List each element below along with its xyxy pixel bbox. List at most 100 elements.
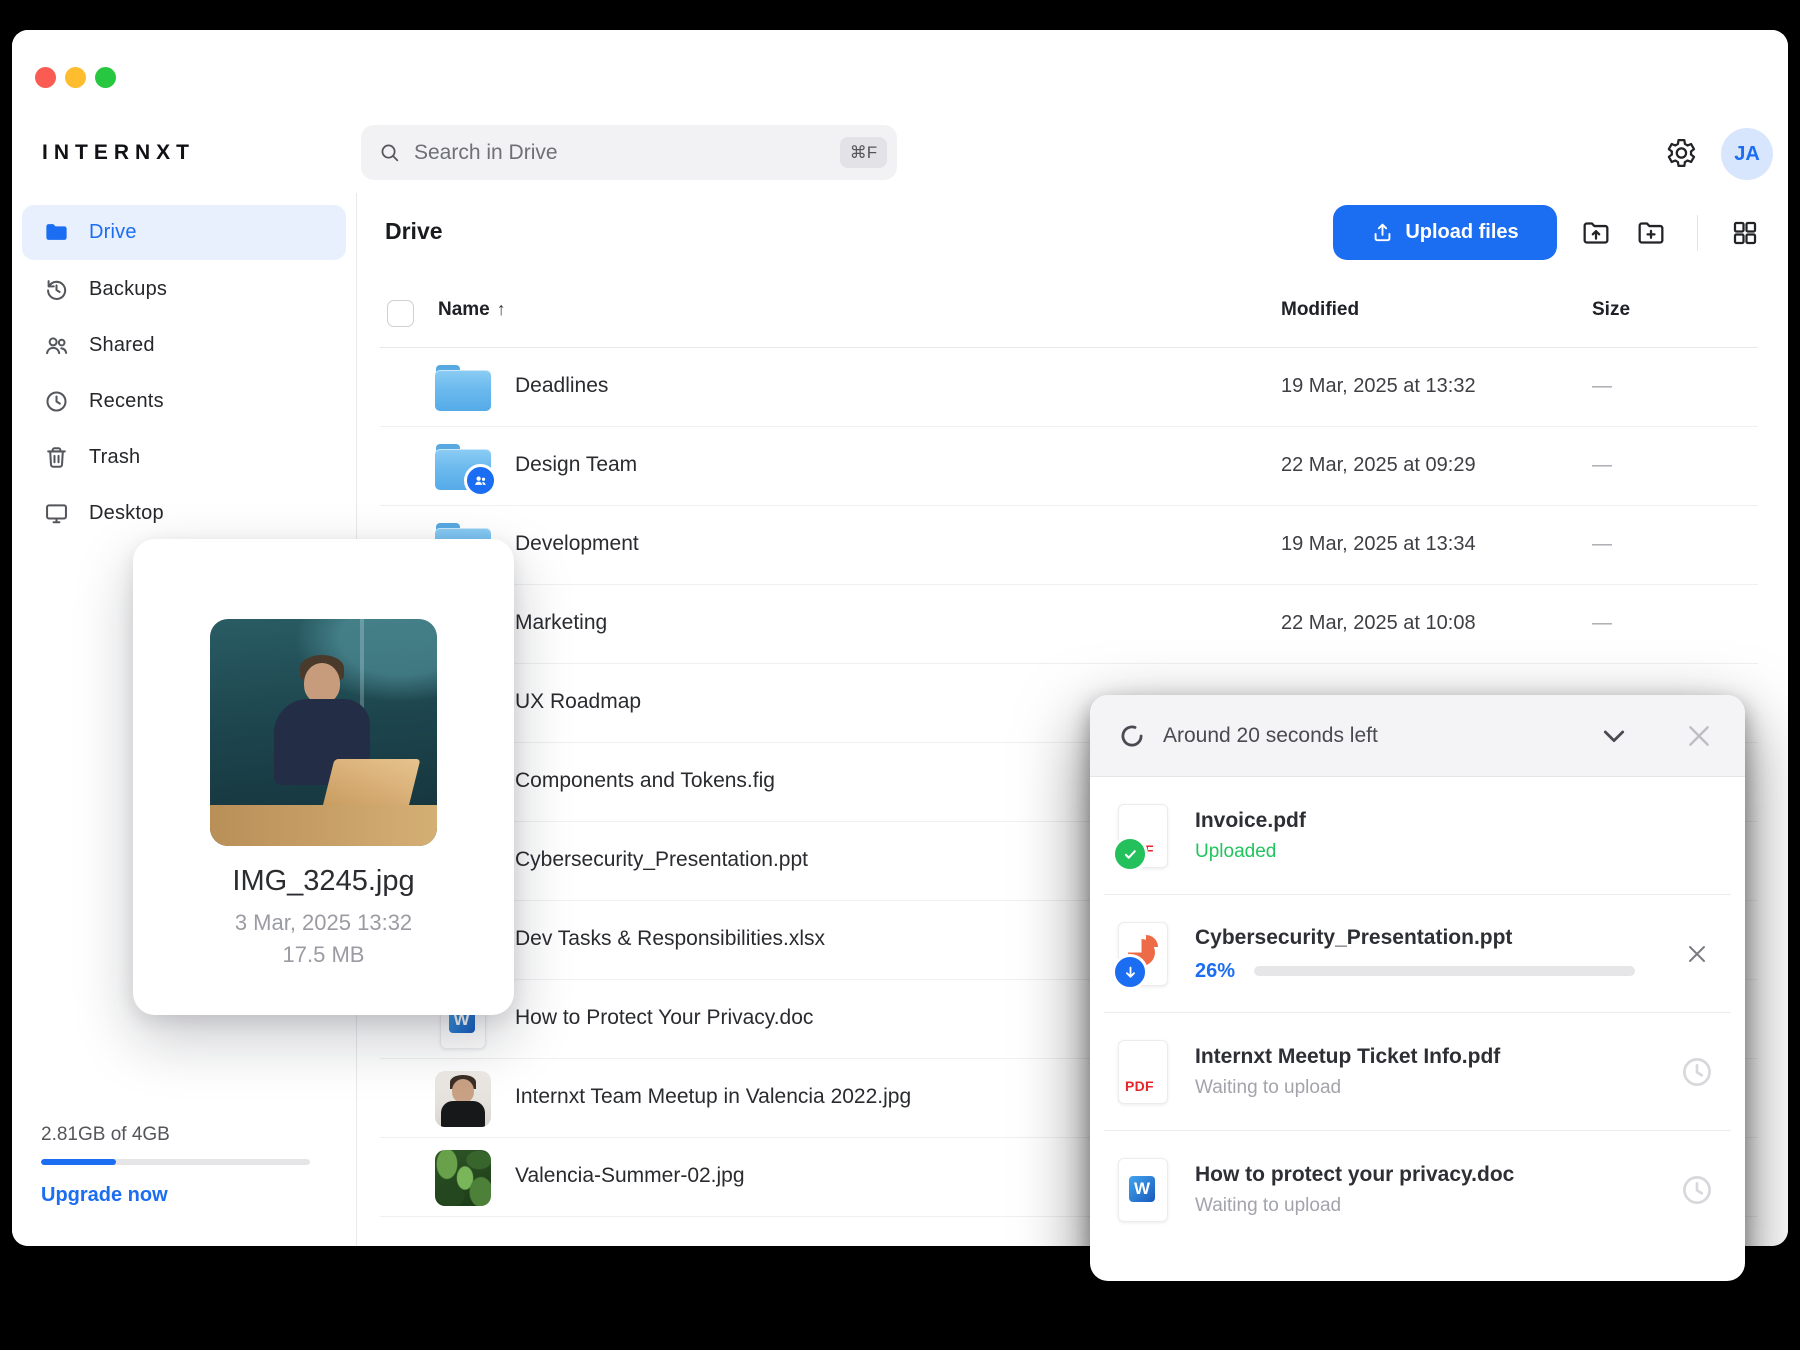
select-all-checkbox[interactable] <box>387 300 414 327</box>
history-icon <box>43 276 70 303</box>
trash-icon <box>43 444 70 471</box>
table-row[interactable]: Development 19 Mar, 2025 at 13:34 — <box>357 506 1788 585</box>
upload-item-name: Internxt Meetup Ticket Info.pdf <box>1195 1045 1501 1068</box>
file-size: — <box>1592 454 1612 476</box>
file-modified: 22 Mar, 2025 at 09:29 <box>1281 454 1476 476</box>
file-icon-cell <box>434 359 491 416</box>
sidebar-item-shared[interactable]: Shared <box>22 317 346 373</box>
upload-panel-header: Around 20 seconds left <box>1090 695 1745 777</box>
column-header-size[interactable]: Size <box>1592 299 1630 321</box>
sidebar-item-label: Backups <box>89 277 168 300</box>
waiting-clock-icon <box>1679 1172 1715 1208</box>
sidebar-item-label: Shared <box>89 333 155 356</box>
upgrade-now-link[interactable]: Upgrade now <box>41 1184 322 1207</box>
table-row[interactable]: Marketing 22 Mar, 2025 at 10:08 — <box>357 585 1788 664</box>
photo-thumbnail <box>434 1149 491 1206</box>
upload-item-name: How to protect your privacy.doc <box>1195 1163 1515 1186</box>
file-icon-cell <box>434 1149 491 1206</box>
shared-folder-icon <box>434 443 497 497</box>
window-controls <box>35 67 116 88</box>
preview-filename: IMG_3245.jpg <box>232 865 415 897</box>
minimize-window-button[interactable] <box>65 67 86 88</box>
uploading-arrow-badge-icon <box>1112 954 1148 990</box>
file-modified: 22 Mar, 2025 at 10:08 <box>1281 612 1476 634</box>
storage-widget: 2.81GB of 4GB Upgrade now <box>41 1124 322 1207</box>
upload-item: W How to protect your privacy.doc Waiting … <box>1090 1131 1745 1249</box>
file-size: — <box>1592 612 1612 634</box>
upload-progress-bar <box>1254 966 1635 976</box>
word-file-icon: W <box>1118 1158 1168 1222</box>
file-name: Cybersecurity_Presentation.ppt <box>515 848 808 871</box>
uploaded-check-badge-icon <box>1112 836 1148 872</box>
search-shortcut-badge: ⌘F <box>840 137 887 168</box>
screenshot-canvas: { "brand": {"logo": "INTERNXT", "avatar_… <box>0 0 1800 1350</box>
upload-item-name: Cybersecurity_Presentation.ppt <box>1195 925 1513 949</box>
powerpoint-file-icon <box>1112 922 1168 990</box>
desktop-icon <box>43 500 70 527</box>
upload-progress: 26% <box>1195 960 1667 983</box>
cancel-upload-icon[interactable] <box>1679 936 1715 972</box>
shared-users-badge-icon <box>463 463 497 497</box>
close-window-button[interactable] <box>35 67 56 88</box>
preview-size: 17.5 MB <box>282 942 365 967</box>
file-name: Components and Tokens.fig <box>515 769 775 792</box>
file-name: Marketing <box>515 611 608 634</box>
file-modified: 19 Mar, 2025 at 13:32 <box>1281 375 1476 397</box>
zoom-window-button[interactable] <box>95 67 116 88</box>
upload-item: PDF Invoice.pdf Uploaded <box>1090 777 1745 895</box>
sidebar-nav: Drive Backups Shared Recents Trash Deskt… <box>22 205 346 541</box>
collapse-panel-chevron-down-icon[interactable] <box>1598 720 1630 752</box>
sidebar-item-label: Drive <box>89 221 137 243</box>
pdf-file-icon: PDF <box>1118 1040 1168 1104</box>
upload-item: Cybersecurity_Presentation.ppt 26% <box>1090 895 1745 1013</box>
table-row[interactable]: Deadlines 19 Mar, 2025 at 13:32 — <box>357 348 1788 427</box>
file-name: Development <box>515 532 639 555</box>
file-name: Valencia-Summer-02.jpg <box>515 1164 745 1187</box>
storage-usage-label: 2.81GB of 4GB <box>41 1124 170 1145</box>
waiting-clock-icon <box>1679 1054 1715 1090</box>
settings-gear-button[interactable] <box>1658 131 1702 175</box>
sort-arrow-icon: ↑ <box>496 299 506 319</box>
table-header: Name ↑ Modified Size <box>357 193 1788 348</box>
file-icon-cell <box>434 438 497 497</box>
file-name: Design Team <box>515 453 638 476</box>
file-size: — <box>1592 375 1612 397</box>
upload-time-remaining: Around 20 seconds left <box>1163 723 1378 747</box>
file-name: Deadlines <box>515 374 609 397</box>
preview-date: 3 Mar, 2025 13:32 <box>234 910 413 935</box>
upload-progress-panel: Around 20 seconds left PDF Invoice.pdf Upl… <box>1090 695 1745 1281</box>
clock-icon <box>43 388 70 415</box>
search-input[interactable]: Search in Drive ⌘F <box>361 125 897 180</box>
file-modified: 19 Mar, 2025 at 13:34 <box>1281 533 1476 555</box>
sidebar-item-backups[interactable]: Backups <box>22 261 346 317</box>
file-name: UX Roadmap <box>515 690 642 713</box>
column-header-name[interactable]: Name ↑ <box>438 299 506 321</box>
top-bar: INTERNXT Search in Drive ⌘F JA <box>12 30 1788 194</box>
table-row[interactable]: Design Team 22 Mar, 2025 at 09:29 — <box>357 427 1788 506</box>
sidebar-item-drive[interactable]: Drive <box>22 205 346 260</box>
upload-items-list: PDF Invoice.pdf Uploaded Cybersecurity_Pres… <box>1090 777 1745 1281</box>
pdf-file-icon: PDF <box>1112 804 1168 872</box>
preview-image <box>210 619 437 846</box>
search-icon <box>378 141 401 164</box>
avatar[interactable]: JA <box>1721 128 1773 180</box>
close-panel-icon[interactable] <box>1683 720 1715 752</box>
people-icon <box>43 332 70 359</box>
column-header-modified[interactable]: Modified <box>1281 299 1359 321</box>
sidebar-item-desktop[interactable]: Desktop <box>22 485 346 541</box>
upload-item-status: Uploaded <box>1195 841 1277 862</box>
sidebar-item-label: Recents <box>89 389 164 412</box>
upload-item-status: Waiting to upload <box>1195 1077 1342 1098</box>
file-name: Internxt Team Meetup in Valencia 2022.jp… <box>515 1085 912 1108</box>
sidebar-item-label: Desktop <box>89 501 164 524</box>
sidebar-item-trash[interactable]: Trash <box>22 429 346 485</box>
sidebar-item-recents[interactable]: Recents <box>22 373 346 429</box>
upload-item-status: Waiting to upload <box>1195 1195 1342 1216</box>
photo-thumbnail <box>434 1070 491 1127</box>
sidebar-item-label: Trash <box>89 445 141 468</box>
file-preview-card[interactable]: IMG_3245.jpg 3 Mar, 2025 13:32 17.5 MB <box>133 539 514 1015</box>
search-placeholder: Search in Drive <box>414 140 558 164</box>
file-icon-cell <box>434 1070 491 1127</box>
upload-item-name: Invoice.pdf <box>1195 809 1306 832</box>
folder-icon <box>434 364 491 411</box>
